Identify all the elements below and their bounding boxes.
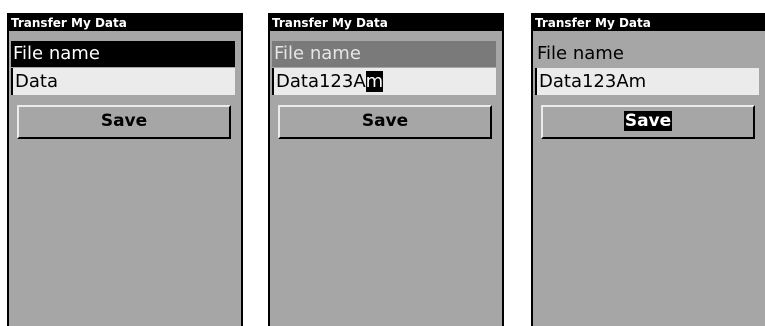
screen-2: Transfer My Data File name Data123Am Sav… bbox=[268, 13, 504, 326]
save-button[interactable]: Save bbox=[541, 105, 755, 139]
text-cursor: m bbox=[365, 71, 384, 92]
title-bar: Transfer My Data bbox=[270, 15, 502, 31]
file-name-value: Data123Am bbox=[539, 71, 647, 92]
screen-3: Transfer My Data File name Data123Am Sav… bbox=[531, 13, 765, 326]
file-name-value: Data123A bbox=[276, 71, 366, 92]
title-bar: Transfer My Data bbox=[9, 15, 241, 31]
file-name-label[interactable]: File name bbox=[11, 41, 235, 67]
screen-1: Transfer My Data File name Data Save bbox=[7, 13, 243, 326]
save-button[interactable]: Save bbox=[278, 105, 492, 139]
file-name-input[interactable]: Data bbox=[11, 68, 235, 95]
save-button-label: Save bbox=[361, 111, 409, 131]
file-name-label[interactable]: File name bbox=[272, 41, 496, 67]
file-name-label[interactable]: File name bbox=[535, 41, 759, 67]
save-button-label: Save bbox=[100, 111, 148, 131]
title-bar: Transfer My Data bbox=[533, 15, 765, 31]
file-name-value: Data bbox=[15, 71, 58, 92]
save-button[interactable]: Save bbox=[17, 105, 231, 139]
save-button-label: Save bbox=[623, 111, 673, 131]
file-name-input[interactable]: Data123Am bbox=[535, 68, 759, 95]
file-name-input[interactable]: Data123Am bbox=[272, 68, 496, 95]
